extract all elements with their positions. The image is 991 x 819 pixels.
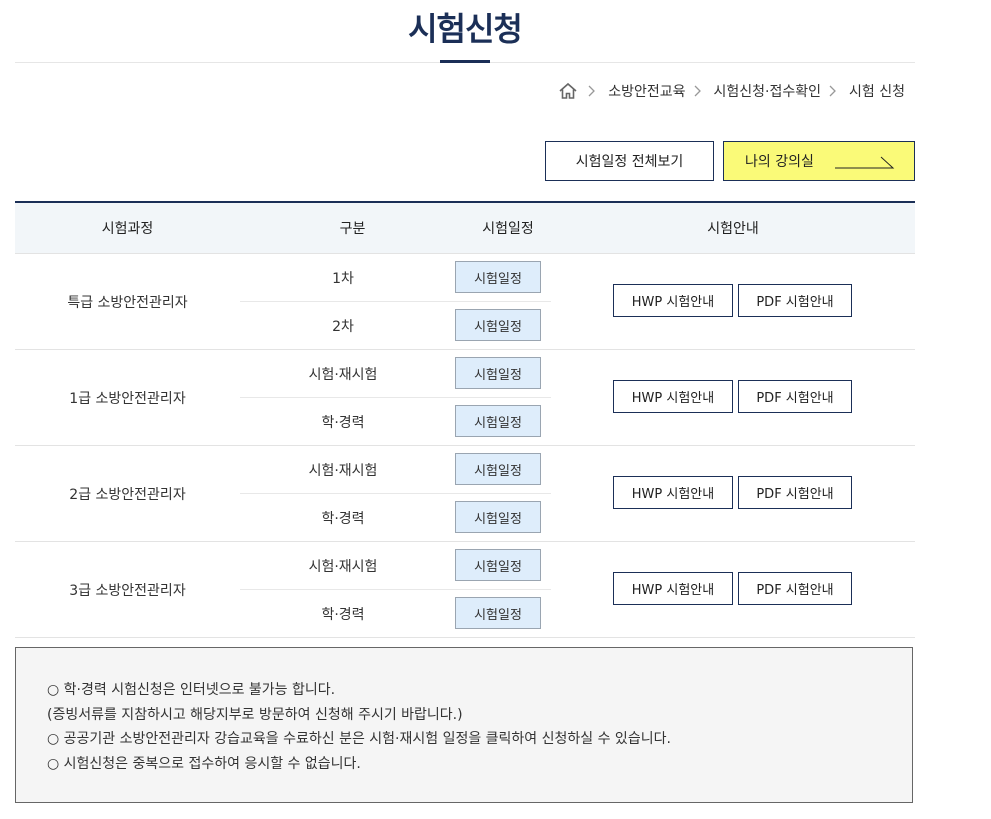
exam-type: 학·경력 [321,510,365,527]
my-classroom-button[interactable]: 나의 강의실 [723,141,915,181]
exam-type: 2차 [332,318,354,335]
schedule-button[interactable]: 시험일정 [455,501,541,533]
chevron-right-icon [829,85,839,97]
hwp-guide-button[interactable]: HWP 시험안내 [613,284,733,317]
page-title: 시험신청 [408,10,523,48]
notice-line: ○ 공공기관 소방안전관리자 강습교육을 수료하신 분은 시험·재시험 일정을 … [47,731,671,747]
breadcrumb: 소방안전교육 시험신청·접수확인 시험 신청 [558,80,905,102]
hwp-guide-button[interactable]: HWP 시험안내 [613,476,733,509]
exam-type: 학·경력 [321,414,365,431]
table-row: 3급 소방안전관리자 시험·재시험 시험일정 학·경력 시험일정 HWP 시험안… [15,542,915,638]
exam-type: 학·경력 [321,606,365,623]
hwp-guide-button[interactable]: HWP 시험안내 [613,380,733,413]
title-accent-bar [440,60,490,63]
exam-type: 시험·재시험 [308,366,378,383]
hwp-guide-button[interactable]: HWP 시험안내 [613,572,733,605]
pdf-guide-button[interactable]: PDF 시험안내 [738,284,852,317]
schedule-button[interactable]: 시험일정 [455,453,541,485]
course-name: 3급 소방안전관리자 [69,582,186,599]
header-guide: 시험안내 [707,221,759,237]
notice-line: ○ 학·경력 시험신청은 인터넷으로 불가능 합니다. [47,682,336,698]
notice-line: ○ 시험신청은 중복으로 접수하여 응시할 수 없습니다. [47,755,361,772]
my-classroom-label: 나의 강의실 [745,154,814,170]
schedule-button[interactable]: 시험일정 [455,405,541,437]
exam-type: 1차 [332,270,354,287]
sub-row: 학·경력 시험일정 [240,398,551,445]
notice-box: ○ 학·경력 시험신청은 인터넷으로 불가능 합니다. (증빙서류를 지참하시고… [15,647,913,803]
chevron-right-icon [694,85,704,97]
table-header: 시험과정 구분 시험일정 시험안내 [15,203,915,254]
schedule-button[interactable]: 시험일정 [455,549,541,581]
sub-row: 시험·재시험 시험일정 [240,446,551,494]
sub-row: 학·경력 시험일정 [240,590,551,637]
schedule-button[interactable]: 시험일정 [455,357,541,389]
sub-row: 학·경력 시험일정 [240,494,551,541]
table-row: 2급 소방안전관리자 시험·재시험 시험일정 학·경력 시험일정 HWP 시험안… [15,446,915,542]
pdf-guide-button[interactable]: PDF 시험안내 [738,572,852,605]
notice-line: (증빙서류를 지참하시고 해당지부로 방문하여 신청해 주시기 바랍니다.) [47,706,463,723]
table-row: 1급 소방안전관리자 시험·재시험 시험일정 학·경력 시험일정 HWP 시험안… [15,350,915,446]
header-schedule: 시험일정 [482,221,534,237]
schedule-button[interactable]: 시험일정 [455,261,541,293]
chevron-right-icon [588,85,598,97]
view-all-schedule-button[interactable]: 시험일정 전체보기 [545,141,714,181]
pdf-guide-button[interactable]: PDF 시험안내 [738,380,852,413]
sub-row: 1차 시험일정 [240,254,551,302]
schedule-button[interactable]: 시험일정 [455,597,541,629]
course-name: 특급 소방안전관리자 [67,294,188,311]
sub-row: 시험·재시험 시험일정 [240,542,551,590]
home-icon[interactable] [558,80,580,102]
breadcrumb-item-current[interactable]: 시험 신청 [849,81,905,101]
arrow-right-icon [835,156,895,169]
table-row: 특급 소방안전관리자 1차 시험일정 2차 시험일정 HWP 시험안내 PDF … [15,254,915,350]
sub-row: 2차 시험일정 [240,302,551,349]
breadcrumb-item-application[interactable]: 시험신청·접수확인 [714,81,822,101]
header-type: 구분 [339,221,366,237]
exam-table: 시험과정 구분 시험일정 시험안내 특급 소방안전관리자 1차 시험일정 2차 … [15,201,915,638]
pdf-guide-button[interactable]: PDF 시험안내 [738,476,852,509]
sub-row: 시험·재시험 시험일정 [240,350,551,398]
header-course: 시험과정 [101,221,154,237]
schedule-button[interactable]: 시험일정 [455,309,541,341]
exam-type: 시험·재시험 [308,462,378,479]
course-name: 1급 소방안전관리자 [69,390,186,407]
course-name: 2급 소방안전관리자 [69,486,186,503]
exam-type: 시험·재시험 [308,558,378,575]
breadcrumb-item-education[interactable]: 소방안전교육 [608,81,685,101]
